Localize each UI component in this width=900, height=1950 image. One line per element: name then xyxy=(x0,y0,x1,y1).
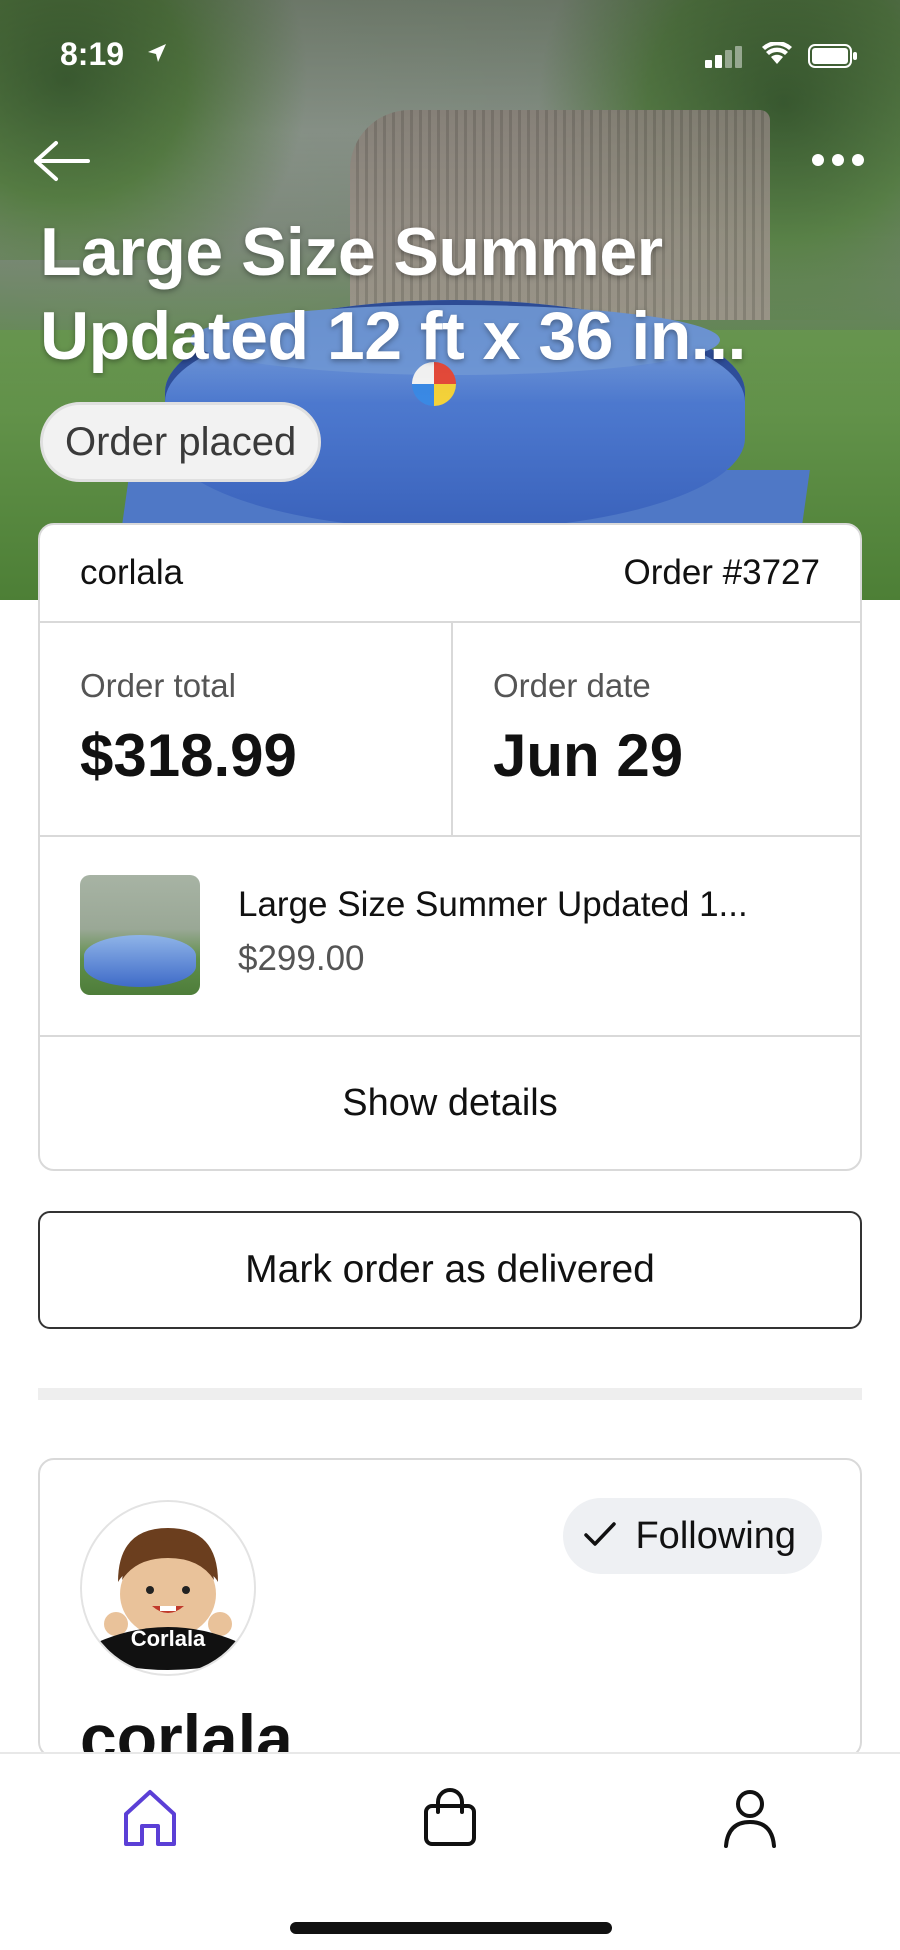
order-date-label: Order date xyxy=(493,667,651,704)
order-summary-card: corlala Order #3727 Order total $318.99 … xyxy=(38,523,862,1171)
shop-name-link[interactable]: corlala xyxy=(80,553,183,593)
mark-delivered-button[interactable]: Mark order as delivered xyxy=(38,1211,862,1329)
shop-avatar[interactable]: Corlala xyxy=(80,1500,256,1676)
order-card-header: corlala Order #3727 xyxy=(40,525,860,623)
more-horizontal-icon xyxy=(806,154,870,184)
show-details-button[interactable]: Show details xyxy=(40,1035,860,1169)
order-total-label: Order total xyxy=(80,667,236,704)
shopping-bag-icon xyxy=(418,1786,482,1855)
location-arrow-icon xyxy=(146,42,168,69)
status-bar: 8:19 xyxy=(0,0,900,110)
shop-card: Corlala Following corlala xyxy=(38,1458,862,1758)
order-total-cell: Order total $318.99 xyxy=(40,621,451,835)
more-options-button[interactable] xyxy=(806,140,870,180)
item-thumbnail[interactable] xyxy=(80,875,200,995)
battery-icon xyxy=(808,44,858,73)
order-number: Order #3727 xyxy=(623,553,820,592)
avatar-label: Corlala xyxy=(130,1626,206,1651)
home-icon xyxy=(118,1786,182,1855)
order-date-value: Jun 29 xyxy=(493,722,684,789)
shop-card-name[interactable]: corlala xyxy=(80,1700,293,1756)
order-item-row[interactable]: Large Size Summer Updated 1... $299.00 xyxy=(40,835,860,1037)
following-button[interactable]: Following xyxy=(563,1498,822,1574)
thumbnail-pool xyxy=(84,935,196,987)
nav-purchases-tab[interactable] xyxy=(410,1780,490,1860)
checkmark-icon xyxy=(583,1515,617,1558)
item-title[interactable]: Large Size Summer Updated 1... xyxy=(238,885,828,925)
section-divider xyxy=(38,1388,862,1400)
order-date-cell: Order date Jun 29 xyxy=(451,621,860,835)
order-status-badge: Order placed xyxy=(40,402,322,482)
nav-profile-tab[interactable] xyxy=(710,1780,790,1860)
order-total-value: $318.99 xyxy=(80,722,297,789)
nav-home-tab[interactable] xyxy=(110,1780,190,1860)
order-stats-row: Order total $318.99 Order date Jun 29 xyxy=(40,621,860,837)
wifi-icon xyxy=(762,41,792,71)
item-price: $299.00 xyxy=(238,939,365,978)
signal-icon xyxy=(705,46,745,73)
page-title: Large Size Summer Updated 12 ft x 36 in.… xyxy=(40,214,746,374)
bottom-nav xyxy=(0,1752,900,1950)
home-indicator xyxy=(290,1922,612,1934)
profile-icon xyxy=(718,1786,782,1855)
following-label: Following xyxy=(635,1514,796,1557)
status-time: 8:19 xyxy=(60,36,125,72)
back-button[interactable] xyxy=(30,135,94,187)
arrow-left-icon xyxy=(30,141,94,191)
